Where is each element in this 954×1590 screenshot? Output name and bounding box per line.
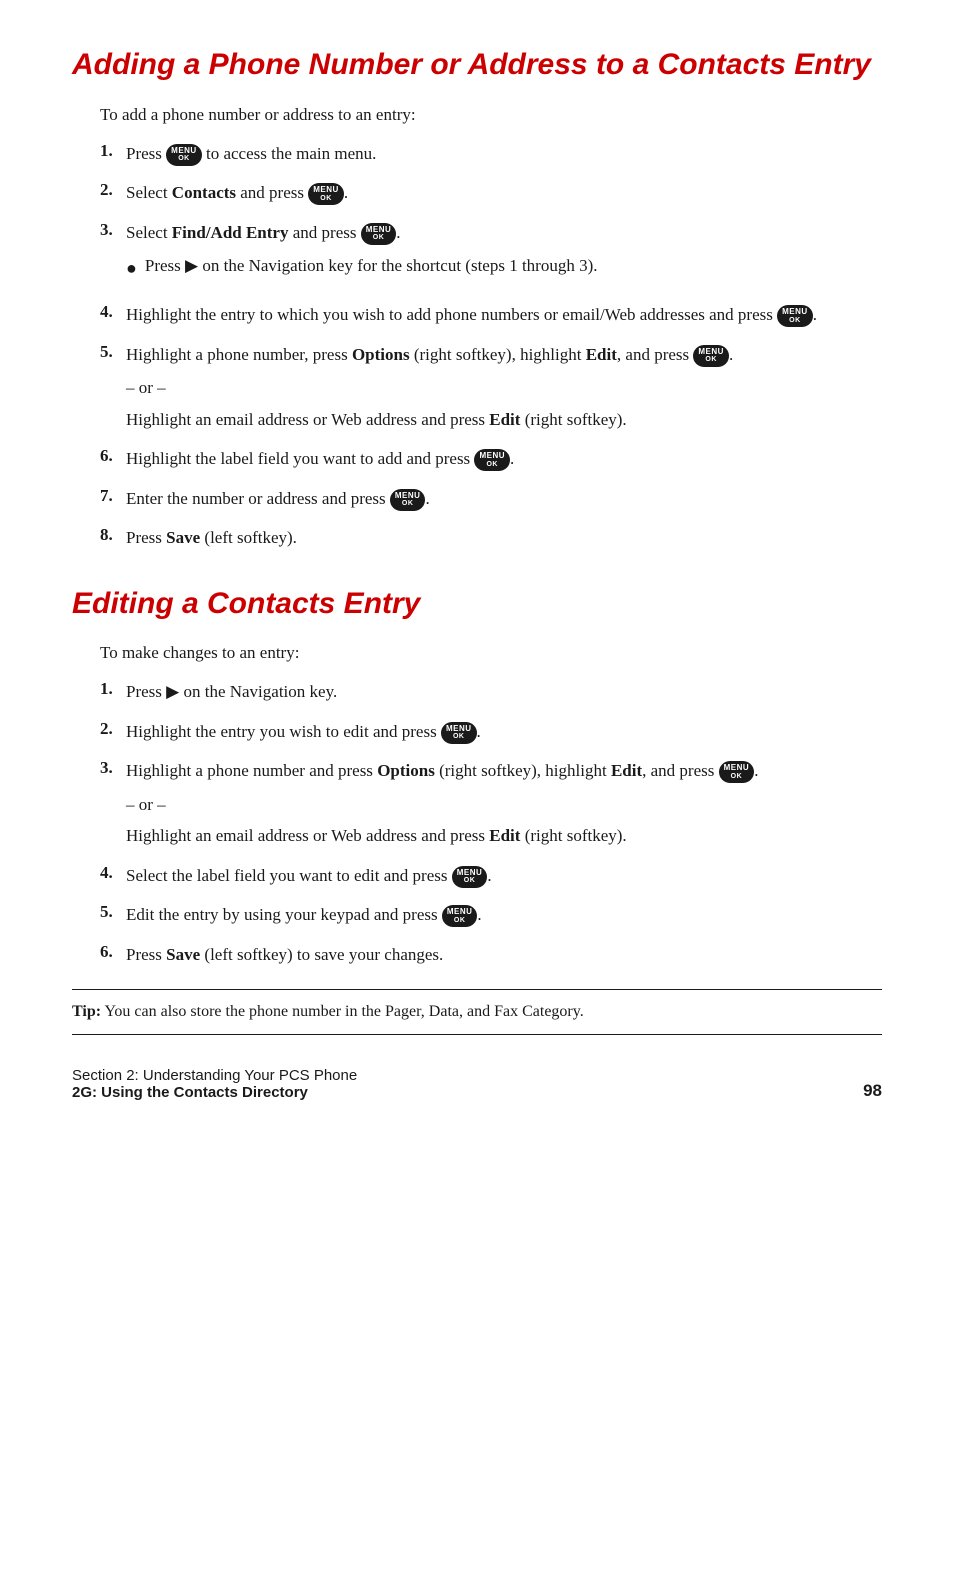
menu-btn-1-7: MENUOK [390, 489, 426, 511]
step-content-2-6: Press Save (left softkey) to save your c… [126, 942, 443, 968]
footer-section-main: Section 2: Understanding Your PCS Phone [72, 1067, 357, 1084]
step-1-3: 3. Select Find/Add Entry and press MENUO… [100, 220, 882, 289]
step-content-2-5: Edit the entry by using your keypad and … [126, 902, 482, 928]
or-line-2-3: – or – [126, 792, 758, 818]
menu-btn-1-6: MENUOK [474, 449, 510, 471]
step-content-1-6: Highlight the label field you want to ad… [126, 446, 514, 472]
menu-btn-1-5: MENUOK [693, 345, 729, 367]
section2-intro: To make changes to an entry: [100, 643, 882, 663]
step-num-1-7: 7. [100, 486, 126, 506]
step-1-8: 8. Press Save (left softkey). [100, 525, 882, 551]
step-content-1-7: Enter the number or address and press ME… [126, 486, 430, 512]
section1-intro: To add a phone number or address to an e… [100, 105, 882, 125]
step-1-5: 5. Highlight a phone number, press Optio… [100, 342, 882, 433]
step-1-4: 4. Highlight the entry to which you wish… [100, 302, 882, 328]
menu-btn-2-2: MENUOK [441, 722, 477, 744]
footer-page-num: 98 [863, 1081, 882, 1101]
section1-title: Adding a Phone Number or Address to a Co… [72, 48, 882, 83]
step-content-2-2: Highlight the entry you wish to edit and… [126, 719, 481, 745]
menu-btn-2-5: MENUOK [442, 905, 478, 927]
footer: Section 2: Understanding Your PCS Phone … [72, 1067, 882, 1101]
step-content-1-5: Highlight a phone number, press Options … [126, 342, 733, 433]
step-1-2: 2. Select Contacts and press MENUOK. [100, 180, 882, 206]
step-num-2-2: 2. [100, 719, 126, 739]
or-text-2-3: Highlight an email address or Web addres… [126, 823, 758, 849]
menu-btn-1-1: MENUOK [166, 144, 202, 166]
step-num-2-3: 3. [100, 758, 126, 778]
bullet-dot-1-3-1: ● [126, 255, 137, 282]
bullet-1-3-1: ● Press ▶ on the Navigation key for the … [126, 253, 598, 282]
step-1-3-bullets: ● Press ▶ on the Navigation key for the … [126, 253, 598, 282]
tip-label: Tip: [72, 1003, 101, 1020]
menu-btn-1-4: MENUOK [777, 305, 813, 327]
section2-title: Editing a Contacts Entry [72, 587, 882, 622]
step-2-2: 2. Highlight the entry you wish to edit … [100, 719, 882, 745]
menu-btn-2-3: MENUOK [719, 761, 755, 783]
tip-box: Tip: You can also store the phone number… [72, 989, 882, 1035]
step-num-1-2: 2. [100, 180, 126, 200]
menu-btn-1-2: MENUOK [308, 183, 344, 205]
bullet-text-1-3-1: Press ▶ on the Navigation key for the sh… [145, 253, 598, 279]
section1-steps-list: 1. Press MENUOK to access the main menu.… [100, 141, 882, 551]
step-1-1: 1. Press MENUOK to access the main menu. [100, 141, 882, 167]
footer-section-sub: 2G: Using the Contacts Directory [72, 1084, 357, 1101]
section1: Adding a Phone Number or Address to a Co… [72, 48, 882, 551]
or-text-1-5: Highlight an email address or Web addres… [126, 407, 733, 433]
step-content-2-4: Select the label field you want to edit … [126, 863, 492, 889]
footer-left: Section 2: Understanding Your PCS Phone … [72, 1067, 357, 1101]
step-2-4: 4. Select the label field you want to ed… [100, 863, 882, 889]
menu-btn-1-3: MENUOK [361, 223, 397, 245]
step-2-1: 1. Press ▶ on the Navigation key. [100, 679, 882, 705]
step-1-7: 7. Enter the number or address and press… [100, 486, 882, 512]
step-num-1-8: 8. [100, 525, 126, 545]
tip-text: You can also store the phone number in t… [101, 1003, 584, 1020]
step-num-1-1: 1. [100, 141, 126, 161]
section2: Editing a Contacts Entry To make changes… [72, 587, 882, 1036]
menu-btn-2-4: MENUOK [452, 866, 488, 888]
step-content-1-4: Highlight the entry to which you wish to… [126, 302, 817, 328]
step-num-1-4: 4. [100, 302, 126, 322]
step-num-2-1: 1. [100, 679, 126, 699]
step-2-6: 6. Press Save (left softkey) to save you… [100, 942, 882, 968]
step-content-1-1: Press MENUOK to access the main menu. [126, 141, 376, 167]
step-num-1-5: 5. [100, 342, 126, 362]
step-num-2-5: 5. [100, 902, 126, 922]
step-content-1-8: Press Save (left softkey). [126, 525, 297, 551]
step-content-1-3: Select Find/Add Entry and press MENUOK. … [126, 220, 598, 289]
step-2-5: 5. Edit the entry by using your keypad a… [100, 902, 882, 928]
step-content-1-2: Select Contacts and press MENUOK. [126, 180, 348, 206]
or-line-1-5: – or – [126, 375, 733, 401]
step-1-6: 6. Highlight the label field you want to… [100, 446, 882, 472]
step-content-2-3: Highlight a phone number and press Optio… [126, 758, 758, 849]
section2-steps-list: 1. Press ▶ on the Navigation key. 2. Hig… [100, 679, 882, 967]
step-content-2-1: Press ▶ on the Navigation key. [126, 679, 337, 705]
step-num-1-3: 3. [100, 220, 126, 240]
step-num-2-6: 6. [100, 942, 126, 962]
step-num-2-4: 4. [100, 863, 126, 883]
step-2-3: 3. Highlight a phone number and press Op… [100, 758, 882, 849]
step-num-1-6: 6. [100, 446, 126, 466]
